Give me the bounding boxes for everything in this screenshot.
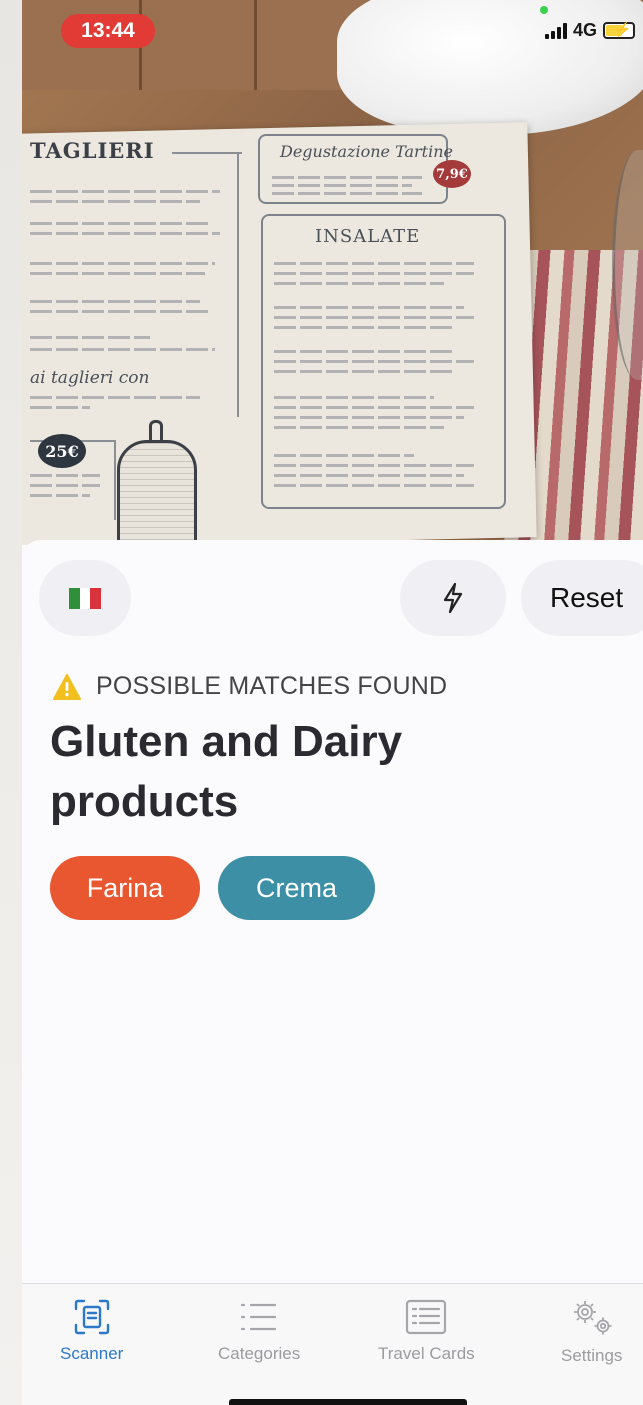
network-label: 4G: [572, 20, 597, 40]
tab-scanner-label: Scanner: [60, 1344, 124, 1363]
language-button[interactable]: [39, 560, 131, 636]
background-strip: [0, 0, 22, 1405]
result-title: Gluten and Dairy products: [50, 717, 403, 826]
menu-price-badge-small: 7,9€: [433, 160, 471, 188]
status-time: 13:44: [61, 14, 155, 48]
match-chip-crema[interactable]: Crema: [218, 856, 375, 920]
scanner-icon: [74, 1299, 109, 1335]
tab-categories[interactable]: Categories: [218, 1298, 300, 1364]
match-status-label: POSSIBLE MATCHES FOUND: [96, 672, 448, 700]
phone-screen: TAGLIERI ai taglieri con Degustazione Ta…: [22, 0, 643, 1405]
battery-icon: ⚡: [603, 21, 635, 39]
match-status: POSSIBLE MATCHES FOUND: [52, 672, 447, 701]
signal-icon: [544, 22, 567, 39]
warning-icon: [53, 673, 81, 700]
tab-bar: Scanner Categories Travel Cards Settings: [22, 1283, 643, 1405]
lightning-bolt-icon: [443, 582, 463, 614]
list-icon: [241, 1303, 277, 1331]
menu-heading: TAGLIERI: [30, 138, 155, 163]
match-chip-farina[interactable]: Farina: [50, 856, 200, 920]
card-icon: [406, 1299, 447, 1335]
results-sheet: Reset POSSIBLE MATCHES FOUND Gluten and …: [22, 540, 643, 1405]
menu-box-insalate-title: INSALATE: [315, 226, 421, 247]
menu-price-badge-large: 25€: [38, 434, 86, 468]
tab-categories-label: Categories: [218, 1344, 301, 1363]
camera-indicator: [540, 6, 548, 14]
reset-button[interactable]: Reset: [521, 560, 643, 636]
italian-flag-icon: [69, 587, 102, 609]
tab-travel-cards[interactable]: Travel Cards: [378, 1298, 475, 1364]
status-indicators: 4G ⚡: [544, 20, 635, 41]
board-illustration: [117, 440, 197, 545]
tab-scanner[interactable]: Scanner: [60, 1298, 123, 1364]
tab-settings[interactable]: Settings: [561, 1298, 622, 1366]
camera-preview[interactable]: TAGLIERI ai taglieri con Degustazione Ta…: [22, 0, 643, 545]
gears-icon: [573, 1301, 612, 1335]
match-chips: Farina Crema: [50, 856, 375, 920]
flash-button[interactable]: [400, 560, 506, 636]
home-indicator: [229, 1399, 467, 1405]
tab-travel-cards-label: Travel Cards: [378, 1344, 475, 1363]
tab-settings-label: Settings: [561, 1346, 623, 1365]
menu-script-line: ai taglieri con: [30, 368, 150, 388]
menu-box-tartine-title: Degustazione Tartine: [280, 142, 453, 161]
